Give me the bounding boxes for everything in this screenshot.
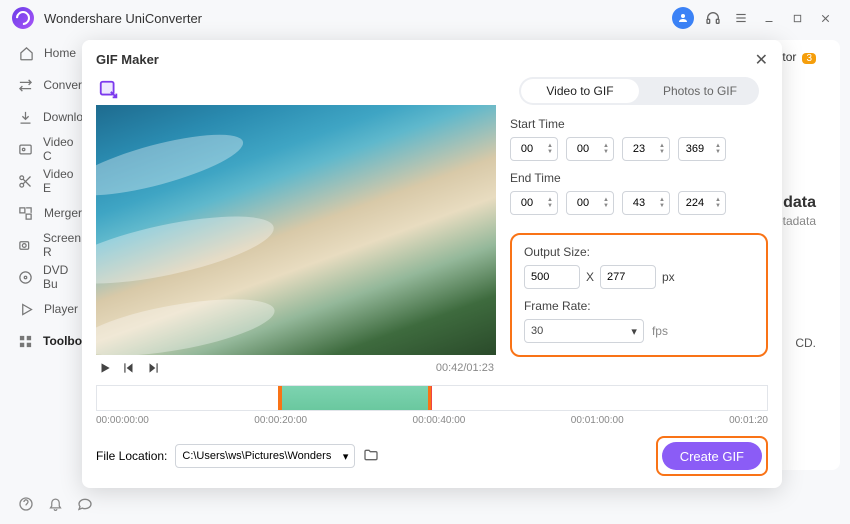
sidebar-item-player[interactable]: Player [18, 300, 82, 318]
tab-photos-to-gif[interactable]: Photos to GIF [641, 77, 759, 105]
modal-close-button[interactable]: ✕ [755, 50, 768, 70]
time-readout: 00:42/01:23 [436, 362, 494, 374]
sidebar-item-recorder[interactable]: Screen R [18, 236, 82, 254]
close-button[interactable] [812, 5, 838, 31]
help-icon[interactable] [18, 496, 34, 517]
grid-icon [18, 333, 33, 349]
start-ms-stepper[interactable]: ▲▼ [678, 137, 726, 161]
end-secs-stepper[interactable]: ▲▼ [622, 191, 670, 215]
user-avatar-icon[interactable] [672, 7, 694, 29]
gif-maker-modal: GIF Maker ✕ 00:42/01:23 Video to GIF Pho… [82, 40, 782, 488]
start-time-label: Start Time [510, 117, 768, 131]
output-settings-box: Output Size: X px Frame Rate: 30▾ fps [510, 233, 768, 357]
convert-icon [18, 77, 33, 93]
titlebar: Wondershare UniConverter [0, 0, 850, 36]
next-frame-button[interactable] [146, 361, 160, 375]
file-location-label: File Location: [96, 449, 167, 463]
timeline-track[interactable] [96, 385, 768, 411]
disc-icon [18, 269, 33, 285]
play-button[interactable] [98, 361, 112, 375]
sidebar-item-home[interactable]: Home [18, 44, 82, 62]
timeline: 00:00:00:00 00:00:20:00 00:00:40:00 00:0… [96, 385, 768, 426]
start-secs-stepper[interactable]: ▲▼ [622, 137, 670, 161]
prev-frame-button[interactable] [122, 361, 136, 375]
compress-icon [18, 141, 33, 157]
frame-rate-select[interactable]: 30▾ [524, 319, 644, 343]
file-location-select[interactable]: C:\Users\ws\Pictures\Wonders▾ [175, 444, 355, 468]
chevron-down-icon: ▾ [343, 450, 349, 463]
maximize-button[interactable] [784, 5, 810, 31]
chevron-down-icon: ▾ [631, 325, 637, 338]
frame-rate-label: Frame Rate: [524, 299, 754, 313]
sidebar-item-editor[interactable]: Video E [18, 172, 82, 190]
menu-icon[interactable] [728, 5, 754, 31]
record-icon [18, 237, 33, 253]
output-size-label: Output Size: [524, 245, 754, 259]
modal-title: GIF Maker [96, 52, 159, 67]
width-input[interactable] [524, 265, 580, 289]
end-time-label: End Time [510, 171, 768, 185]
video-preview[interactable] [96, 105, 496, 355]
backdrop-meta: tor3 [782, 50, 816, 64]
selection-range[interactable] [278, 386, 432, 410]
minimize-button[interactable] [756, 5, 782, 31]
end-ms-stepper[interactable]: ▲▼ [678, 191, 726, 215]
tab-video-to-gif[interactable]: Video to GIF [521, 79, 639, 103]
statusbar [0, 488, 111, 524]
sidebar-item-converter[interactable]: Conver [18, 76, 82, 94]
merge-icon [18, 205, 34, 221]
end-mins-stepper[interactable]: ▲▼ [566, 191, 614, 215]
sidebar: Home Conver Downlo Video C Video E Merge… [0, 36, 82, 488]
start-hours-stepper[interactable]: ▲▼ [510, 137, 558, 161]
sidebar-item-compressor[interactable]: Video C [18, 140, 82, 158]
player-controls: 00:42/01:23 [96, 355, 496, 381]
play-icon [18, 301, 34, 317]
bell-icon[interactable] [48, 496, 63, 516]
sidebar-item-merger[interactable]: Merger [18, 204, 82, 222]
start-mins-stepper[interactable]: ▲▼ [566, 137, 614, 161]
app-logo-icon [12, 7, 34, 29]
sidebar-item-toolbox[interactable]: Toolbo [18, 332, 82, 350]
add-media-button[interactable] [96, 77, 122, 103]
mode-tabs: Video to GIF Photos to GIF [519, 77, 759, 105]
open-folder-button[interactable] [363, 447, 379, 466]
end-hours-stepper[interactable]: ▲▼ [510, 191, 558, 215]
home-icon [18, 45, 34, 61]
create-gif-button[interactable]: Create GIF [662, 442, 762, 470]
height-input[interactable] [600, 265, 656, 289]
scissors-icon [18, 173, 33, 189]
sidebar-item-dvd[interactable]: DVD Bu [18, 268, 82, 286]
app-title: Wondershare UniConverter [44, 11, 202, 26]
headphones-icon[interactable] [700, 5, 726, 31]
download-icon [18, 109, 33, 125]
sidebar-item-downloader[interactable]: Downlo [18, 108, 82, 126]
feedback-icon[interactable] [77, 496, 93, 517]
notification-badge: 3 [802, 53, 816, 64]
create-highlight: Create GIF [656, 436, 768, 476]
